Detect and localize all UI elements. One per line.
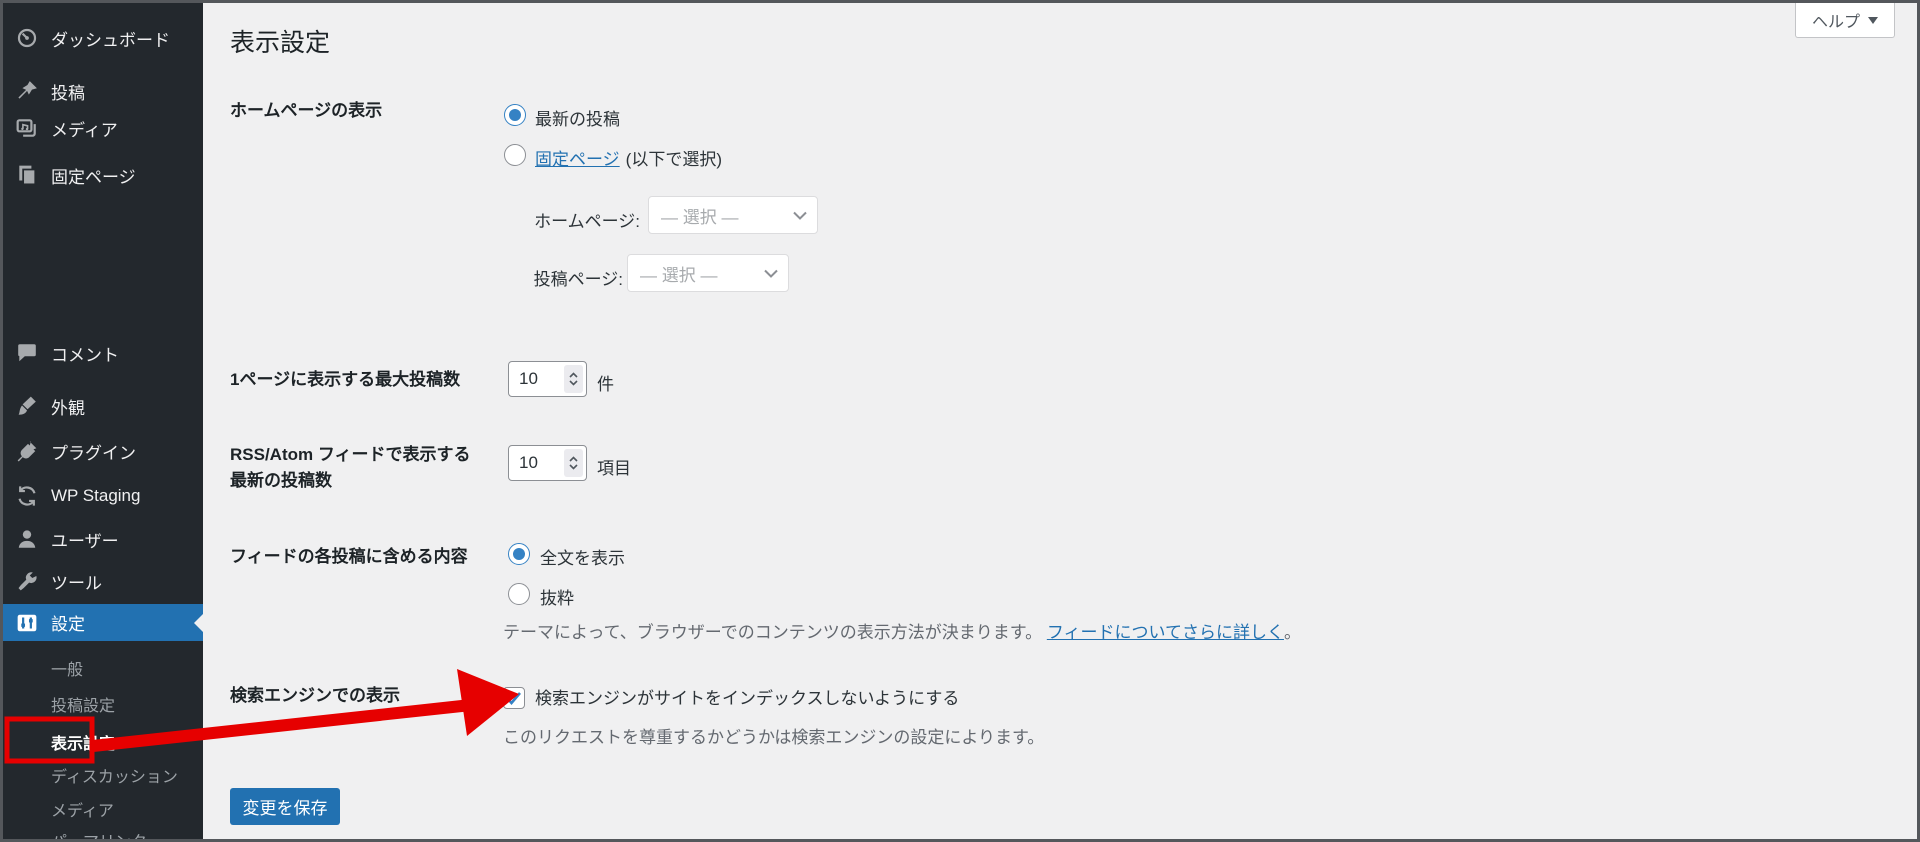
submenu-label: ディスカッション — [51, 769, 178, 786]
pushpin-icon — [18, 81, 37, 99]
sidebar-item-wp-staging[interactable]: WP Staging — [3, 477, 203, 515]
sidebar-item-media[interactable]: メディア — [3, 109, 203, 147]
refresh-icon — [18, 486, 36, 506]
plugin-icon — [17, 441, 37, 462]
posts-per-page-unit: 件 — [597, 375, 614, 394]
number-stepper[interactable] — [564, 449, 583, 477]
feed-content-label: フィードの各投稿に含める内容 — [230, 547, 468, 566]
radio-static-page[interactable] — [504, 144, 526, 166]
chevron-down-icon — [1868, 17, 1878, 29]
sidebar-item-plugins[interactable]: プラグイン — [3, 432, 203, 470]
posts-page-select-value: — 選択 — — [640, 265, 718, 285]
submenu-label: パーマリンク — [51, 834, 147, 839]
sidebar-item-label: WP Staging — [51, 486, 141, 505]
chevron-down-icon — [569, 380, 578, 386]
static-page-suffix: (以下で選択) — [625, 150, 722, 169]
radio-latest-posts-label: 最新の投稿 — [535, 110, 620, 129]
sidebar-item-label: 固定ページ — [51, 167, 136, 187]
feed-content-note: テーマによって、ブラウザーでのコンテンツの表示方法が決まります。 フィードについ… — [503, 618, 1301, 643]
homepage-select-value: — 選択 — — [661, 207, 739, 227]
media-icon — [16, 119, 36, 137]
feed-items-unit: 項目 — [597, 459, 631, 478]
dashboard-icon — [17, 28, 37, 48]
radio-full-text-label: 全文を表示 — [540, 549, 625, 568]
paintbrush-icon — [18, 396, 36, 415]
submenu-label: 一般 — [51, 662, 84, 679]
sidebar-subitem-general[interactable]: 一般 — [3, 660, 203, 681]
sidebar-item-label: 設定 — [51, 615, 85, 634]
save-changes-button[interactable]: 変更を保存 — [230, 788, 340, 825]
admin-sidebar: ダッシュボード 投稿 メディア 固定ページ コメント 外観 プラグイン WP S… — [3, 3, 203, 839]
note-suffix: 。 — [1283, 623, 1301, 642]
search-visibility-description: このリクエストを尊重するかどうかは検索エンジンの設定によります。 — [503, 728, 1045, 747]
sidebar-item-dashboard[interactable]: ダッシュボード — [3, 19, 203, 57]
chevron-up-icon — [569, 372, 578, 378]
sidebar-subitem-permalinks[interactable]: パーマリンク — [3, 832, 203, 839]
chevron-up-icon — [569, 456, 578, 462]
checkmark-icon — [506, 692, 521, 705]
comment-icon — [18, 344, 36, 362]
static-page-link[interactable]: 固定ページ — [535, 150, 620, 169]
sidebar-item-label: ツール — [51, 573, 102, 593]
help-button[interactable]: ヘルプ — [1794, 3, 1895, 38]
sidebar-item-users[interactable]: ユーザー — [3, 520, 203, 558]
chevron-down-icon — [569, 464, 578, 470]
posts-per-page-label: 1ページに表示する最大投稿数 — [230, 370, 461, 389]
settings-icon — [17, 614, 37, 631]
submenu-label: メディア — [51, 803, 114, 820]
sidebar-item-posts[interactable]: 投稿 — [3, 72, 203, 110]
submenu-label: 表示設定 — [51, 736, 116, 753]
settings-content-area: ヘルプ 表示設定 ホームページの表示 最新の投稿 固定ページ (以下で選択) ホー… — [203, 3, 1917, 839]
wordpress-admin-window: ダッシュボード 投稿 メディア 固定ページ コメント 外観 プラグイン WP S… — [0, 0, 1920, 842]
sidebar-item-pages[interactable]: 固定ページ — [3, 156, 203, 194]
wrench-icon — [18, 572, 37, 591]
radio-static-page-label: 固定ページ (以下で選択) — [535, 145, 722, 170]
homepage-select[interactable]: — 選択 — — [648, 196, 818, 234]
homepage-display-label: ホームページの表示 — [230, 101, 383, 120]
chevron-down-icon — [764, 269, 778, 278]
search-visibility-checkbox[interactable] — [503, 687, 525, 709]
sidebar-item-label: プラグイン — [51, 443, 136, 463]
user-icon — [18, 530, 36, 548]
page-title: 表示設定 — [230, 29, 331, 57]
search-visibility-label: 検索エンジンでの表示 — [230, 686, 400, 705]
number-stepper[interactable] — [564, 365, 583, 393]
homepage-select-label: ホームページ: — [534, 212, 640, 231]
radio-excerpt[interactable] — [508, 583, 530, 605]
posts-page-select[interactable]: — 選択 — — [627, 254, 789, 292]
pages-icon — [19, 165, 37, 186]
sidebar-subitem-media[interactable]: メディア — [3, 801, 203, 822]
radio-excerpt-label: 抜粋 — [540, 589, 574, 608]
sidebar-item-comments[interactable]: コメント — [3, 334, 203, 372]
sidebar-item-settings[interactable]: 設定 — [3, 604, 203, 641]
sidebar-subitem-reading[interactable]: 表示設定 — [3, 734, 203, 755]
sidebar-item-label: ユーザー — [51, 531, 119, 551]
help-button-label: ヘルプ — [1811, 14, 1860, 31]
feed-info-link[interactable]: フィードについてさらに詳しく — [1047, 623, 1284, 642]
sidebar-item-label: メディア — [51, 120, 118, 140]
sidebar-item-tools[interactable]: ツール — [3, 562, 203, 600]
note-text: テーマによって、ブラウザーでのコンテンツの表示方法が決まります。 — [503, 623, 1043, 642]
sidebar-item-appearance[interactable]: 外観 — [3, 387, 203, 425]
submenu-label: 投稿設定 — [51, 698, 116, 715]
feed-items-label: RSS/Atom フィードで表示する最新の投稿数 — [230, 445, 471, 490]
radio-full-text[interactable] — [508, 543, 530, 565]
radio-latest-posts[interactable] — [504, 104, 526, 126]
sidebar-subitem-writing[interactable]: 投稿設定 — [3, 696, 203, 717]
sidebar-item-label: 投稿 — [51, 83, 85, 103]
sidebar-subitem-discussion[interactable]: ディスカッション — [3, 767, 203, 788]
sidebar-item-label: コメント — [51, 345, 119, 365]
chevron-down-icon — [793, 211, 807, 220]
search-visibility-checkbox-label: 検索エンジンがサイトをインデックスしないようにする — [535, 689, 960, 708]
sidebar-item-label: 外観 — [51, 398, 85, 418]
sidebar-item-label: ダッシュボード — [51, 30, 170, 50]
posts-page-select-label: 投稿ページ: — [533, 270, 623, 289]
